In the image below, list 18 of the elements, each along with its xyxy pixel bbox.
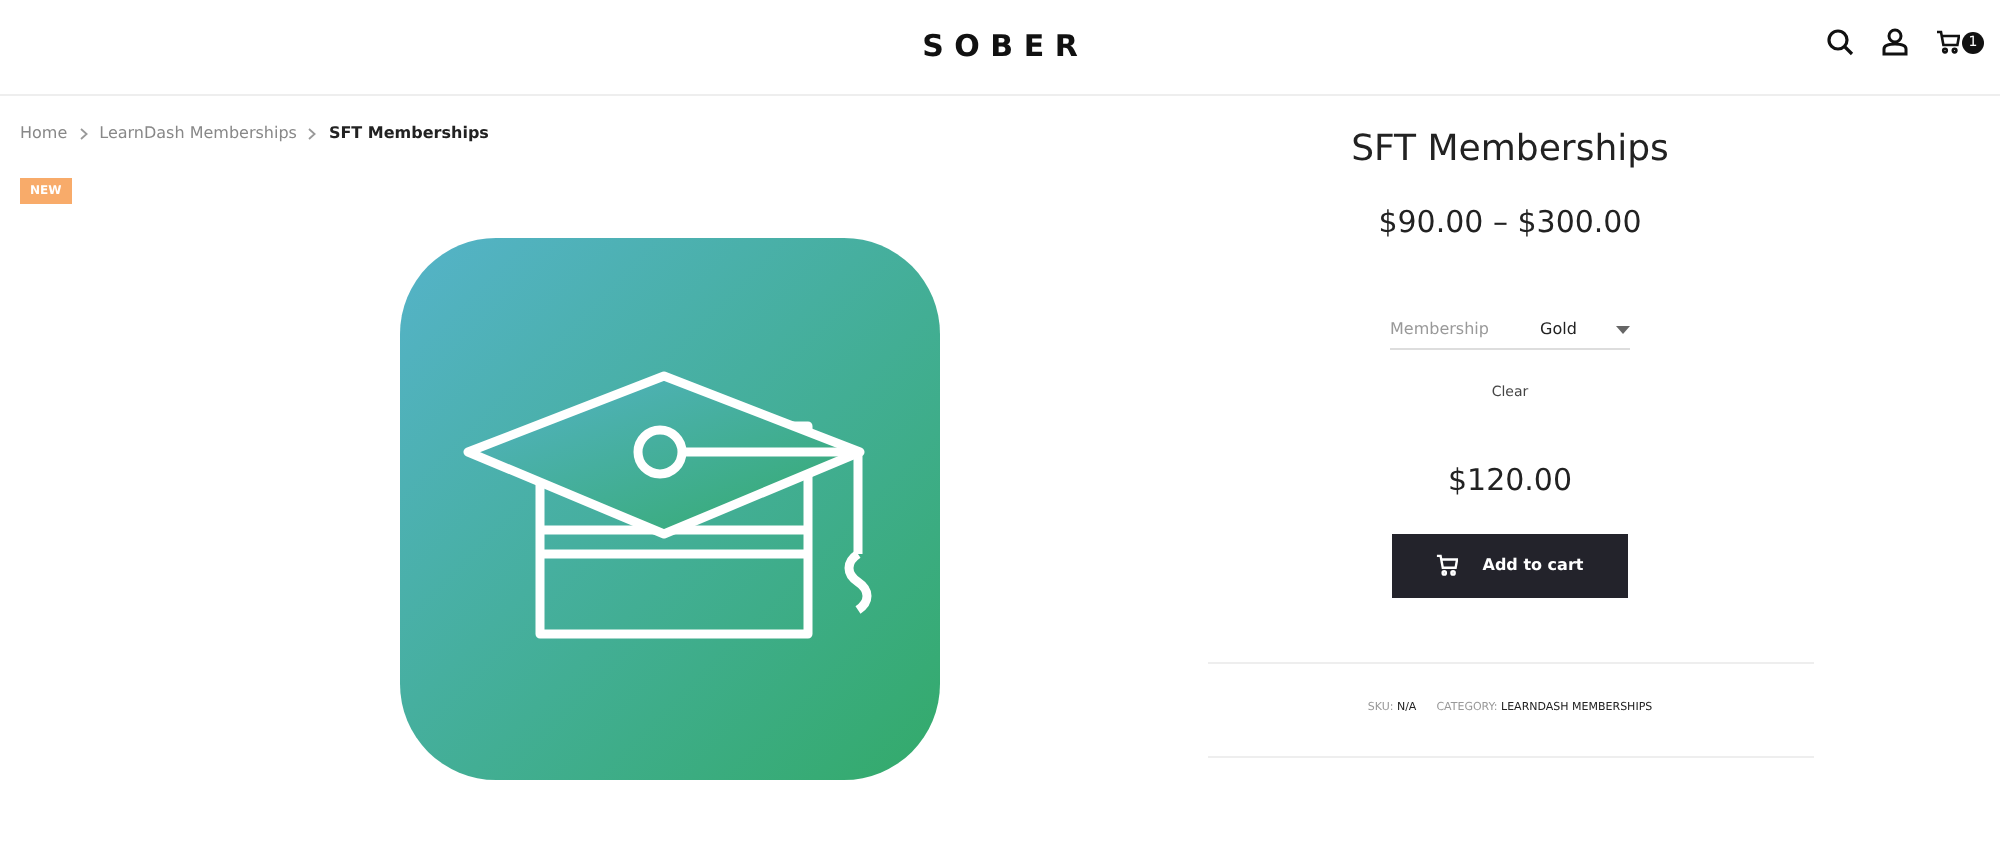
dropdown-caret-icon xyxy=(1616,325,1630,333)
breadcrumb-link[interactable]: Home xyxy=(20,122,68,146)
logo[interactable]: SOBER xyxy=(911,24,1089,70)
breadcrumb-link[interactable]: LearnDash Memberships xyxy=(99,122,297,146)
variation-price: $120.00 xyxy=(1447,460,1573,502)
chevron-right-icon xyxy=(79,128,88,140)
breadcrumb-current: SFT Memberships xyxy=(328,122,489,146)
cart-icon[interactable] xyxy=(1936,30,1960,54)
chevron-right-icon xyxy=(308,128,317,140)
search-icon[interactable] xyxy=(1826,28,1854,56)
price-range: $90.00 – $300.00 xyxy=(1378,202,1642,244)
select-label: Membership xyxy=(1390,317,1491,341)
add-to-cart-button[interactable]: Add to cart xyxy=(1392,533,1628,597)
product-title: SFT Memberships xyxy=(1351,126,1669,174)
membership-select[interactable]: Membership Gold xyxy=(1390,317,1630,349)
cart-icon xyxy=(1436,554,1459,576)
user-icon[interactable] xyxy=(1882,28,1908,56)
select-value: Gold xyxy=(1540,317,1579,341)
